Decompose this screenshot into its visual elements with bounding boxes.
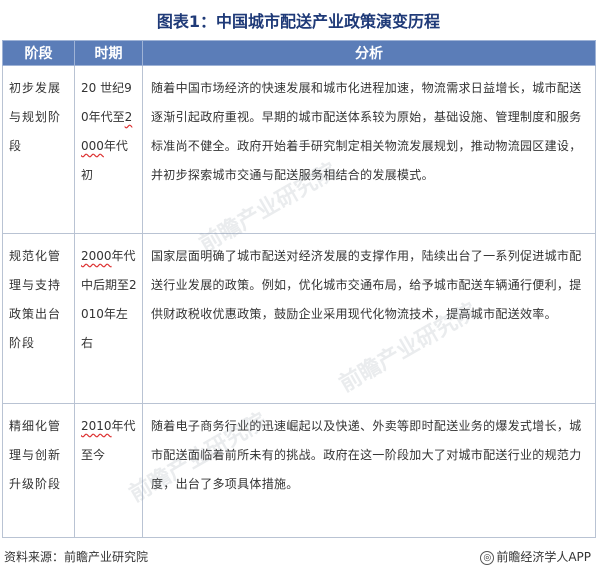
header-period: 时期 bbox=[74, 40, 143, 66]
stage-cell: 精细化管理与创新升级阶段 bbox=[2, 403, 75, 538]
period-year: 2000 bbox=[81, 249, 112, 263]
chart-title: 图表1：中国城市配送产业政策演变历程 bbox=[156, 12, 441, 31]
period-year: 2010 bbox=[81, 419, 112, 433]
stage-cell: 初步发展与规划阶段 bbox=[2, 65, 75, 234]
header-analysis: 分析 bbox=[142, 40, 596, 66]
brand-logo-icon: ◎ bbox=[480, 550, 495, 565]
analysis-cell: 随着中国市场经济的快速发展和城市化进程加速，物流需求日益增长，城市配送逐渐引起政… bbox=[142, 65, 596, 234]
analysis-cell: 国家层面明确了城市配送对经济发展的支撑作用，陆续出台了一系列促进城市配送行业发展… bbox=[142, 233, 596, 404]
source-note: 资料来源：前瞻产业研究院 bbox=[4, 550, 149, 564]
policy-table: 阶段 时期 分析 初步发展与规划阶段 20 世纪90年代至2000年代初 随着中… bbox=[2, 40, 596, 538]
brand-name: 前瞻经济学人APP bbox=[496, 550, 591, 564]
period-cell: 2000年代中后期至2010年左右 bbox=[74, 233, 143, 404]
period-text: 年代中后期至2010年左右 bbox=[81, 249, 137, 350]
table-row: 精细化管理与创新升级阶段 2010年代至今 随着电子商务行业的迅速崛起以及快递、… bbox=[2, 403, 596, 538]
brand-credit: ◎ 前瞻经济学人APP bbox=[480, 548, 591, 565]
header-stage: 阶段 bbox=[2, 40, 75, 66]
table-row: 规范化管理与支持政策出台阶段 2000年代中后期至2010年左右 国家层面明确了… bbox=[2, 233, 596, 404]
period-cell: 2010年代至今 bbox=[74, 403, 143, 538]
stage-cell: 规范化管理与支持政策出台阶段 bbox=[2, 233, 75, 404]
table-header-row: 阶段 时期 分析 bbox=[2, 40, 596, 66]
table-row: 初步发展与规划阶段 20 世纪90年代至2000年代初 随着中国市场经济的快速发… bbox=[2, 65, 596, 234]
analysis-cell: 随着电子商务行业的迅速崛起以及快递、外卖等即时配送业务的爆发式增长，城市配送面临… bbox=[142, 403, 596, 538]
period-cell: 20 世纪90年代至2000年代初 bbox=[74, 65, 143, 234]
